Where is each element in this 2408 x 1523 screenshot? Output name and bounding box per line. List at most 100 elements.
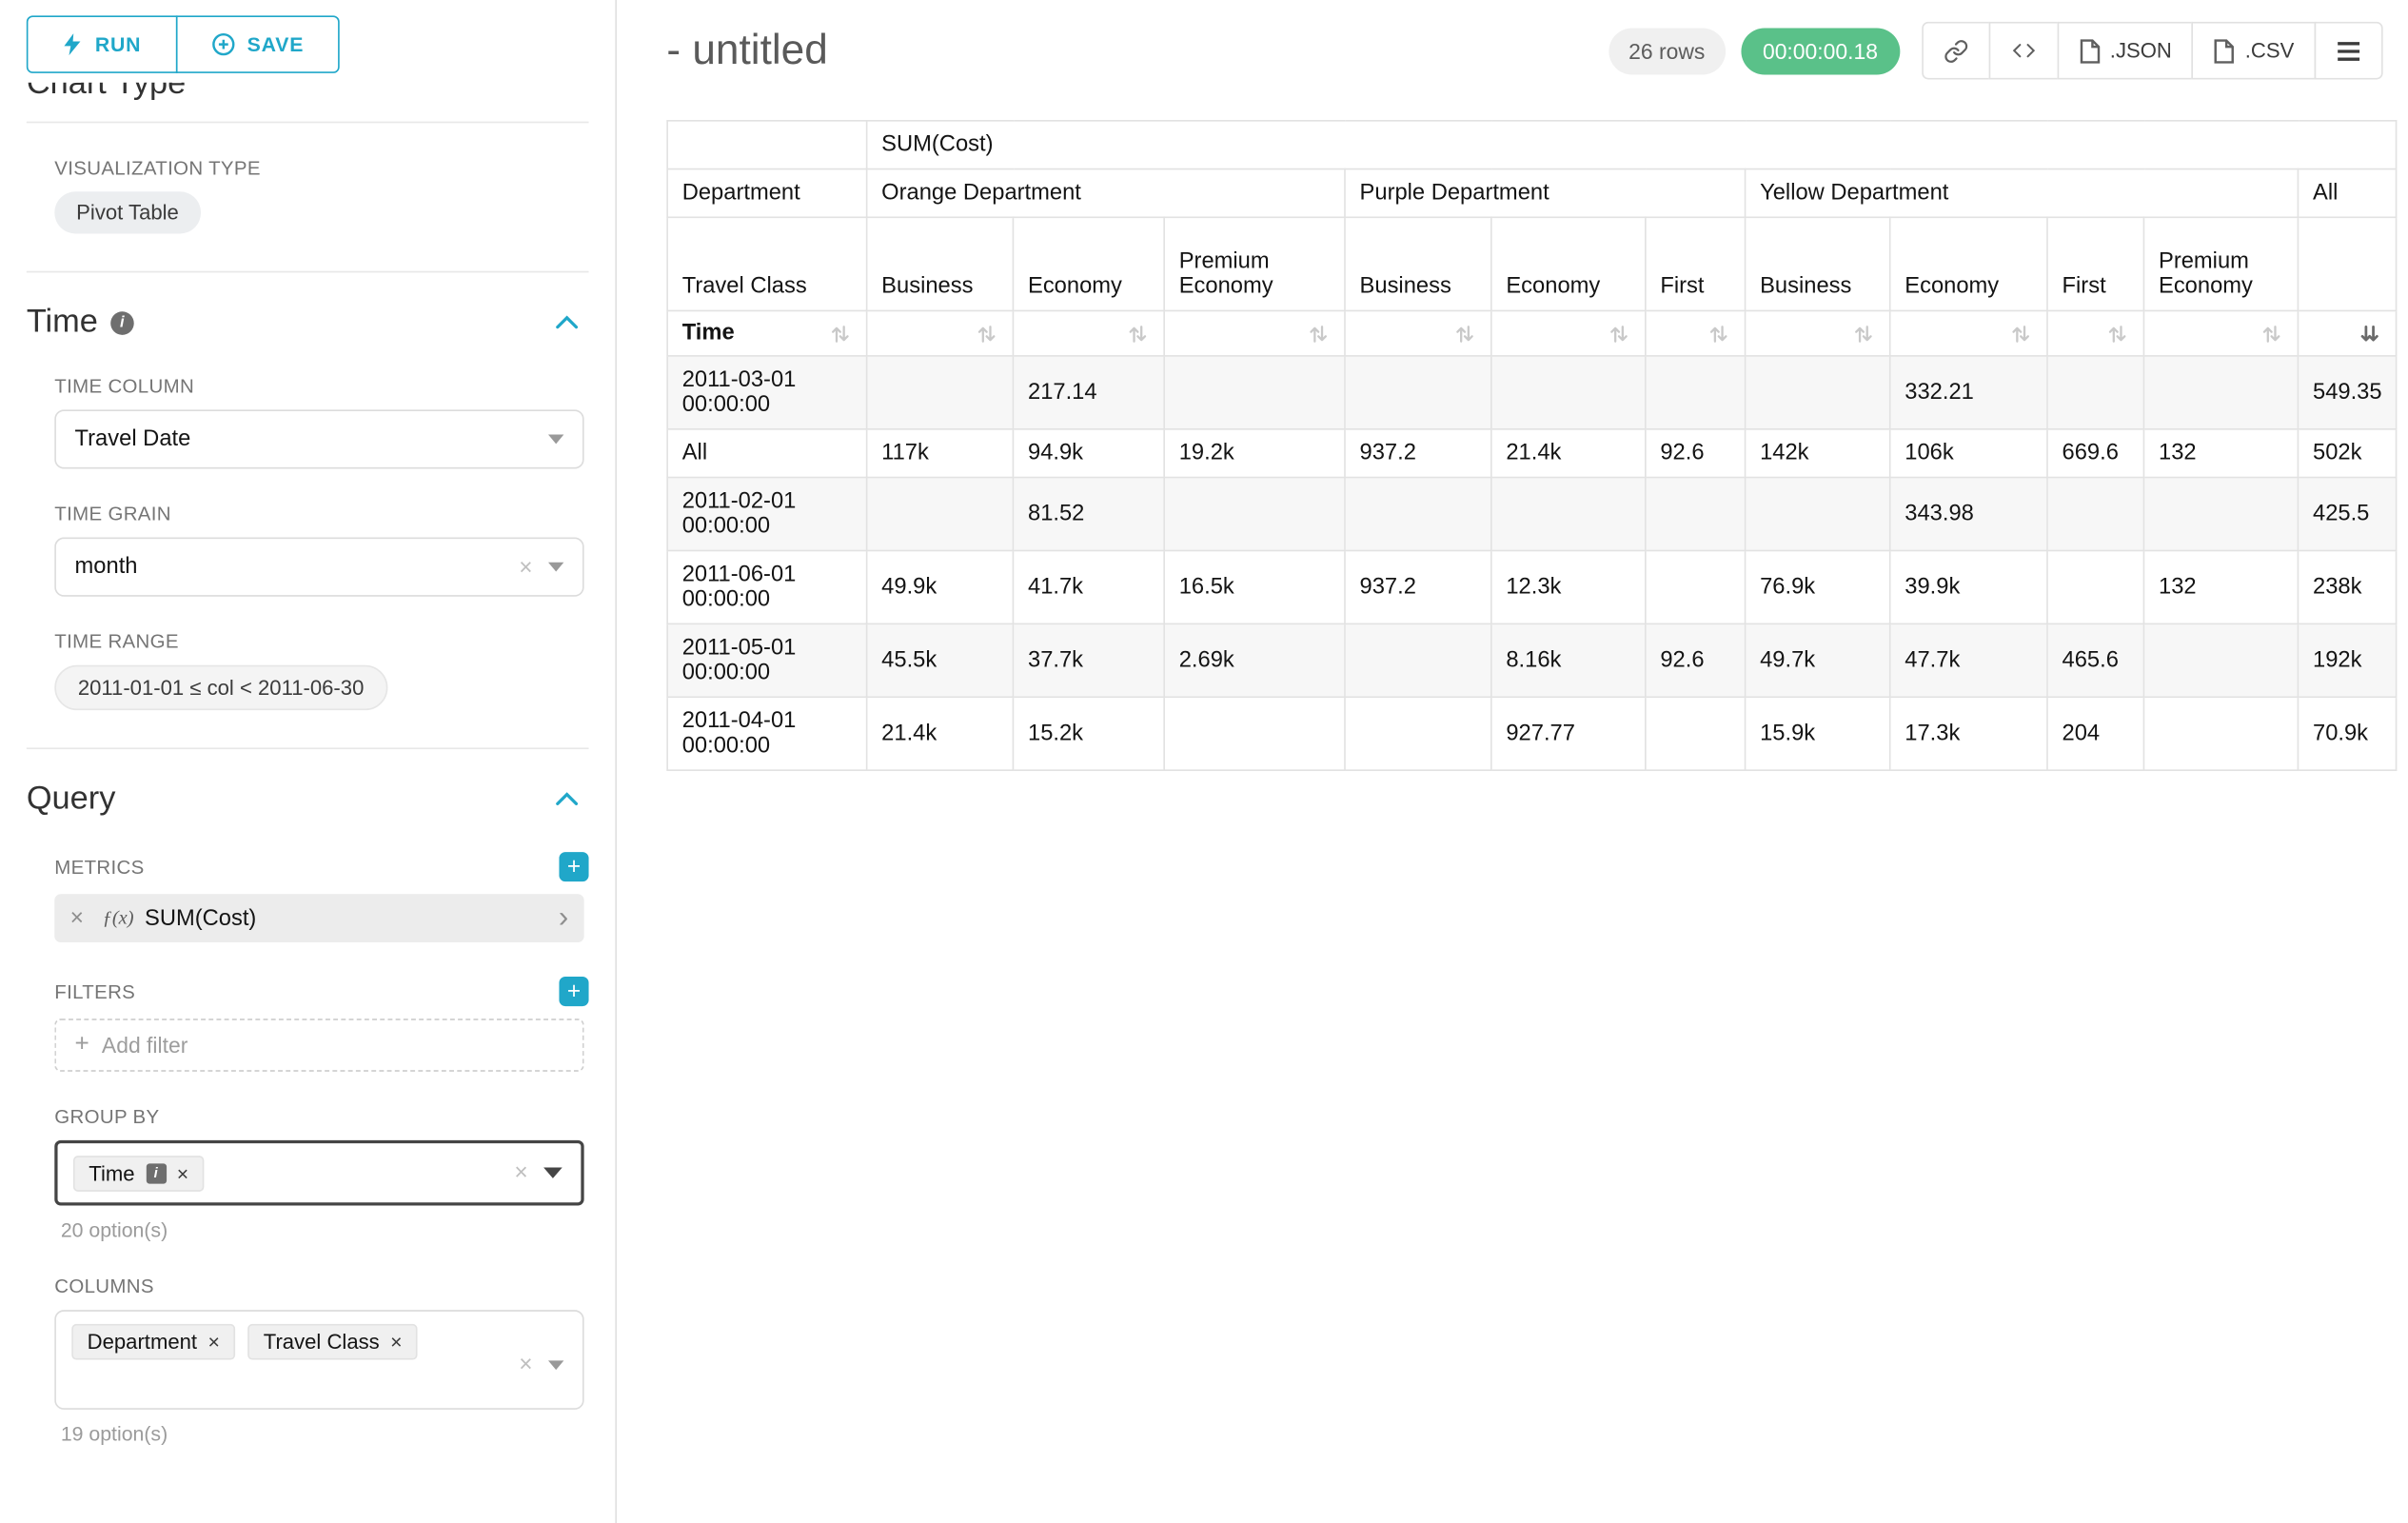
sort-arrows-icon[interactable] (829, 322, 853, 346)
add-filter-dropzone[interactable]: + Add filter (54, 1019, 583, 1072)
export-csv-button[interactable]: .CSV (2192, 22, 2316, 80)
clear-icon[interactable]: × (514, 1161, 527, 1185)
pivot-cell (1646, 356, 1746, 429)
pivot-cell: 332.21 (1890, 356, 2047, 429)
sort-arrows-icon[interactable] (1852, 322, 1876, 346)
column-header-cell: Premium Economy (1164, 217, 1345, 310)
sort-arrows-icon[interactable] (2009, 322, 2033, 346)
columns-tag[interactable]: Travel Class × (247, 1324, 418, 1360)
chart-title[interactable]: - untitled (666, 27, 827, 75)
file-icon (2079, 38, 2101, 63)
sort-arrows-icon[interactable] (1307, 322, 1331, 346)
pivot-cell: 927.77 (1491, 697, 1646, 770)
pivot-cell (1345, 478, 1491, 551)
time-range-label: TIME RANGE (54, 631, 588, 653)
pivot-cell: 49.9k (867, 550, 1014, 623)
chart-type-heading: Chart Type (27, 83, 589, 107)
header-controls: 26 rows 00:00:00.18 .JSON .CSV (1609, 22, 2383, 80)
divider (27, 747, 589, 749)
pivot-row-header: 2011-05-01 00:00:00 (667, 623, 866, 697)
pivot-cell (1491, 478, 1646, 551)
csv-label: .CSV (2245, 39, 2295, 63)
add-filter-button[interactable]: + (559, 977, 588, 1006)
chevron-down-icon[interactable] (548, 435, 563, 445)
sort-cell (1746, 310, 1890, 355)
group-by-tag[interactable]: Time i × (73, 1155, 205, 1191)
visualization-type-value[interactable]: Pivot Table (54, 191, 200, 233)
sort-cell (1646, 310, 1746, 355)
sort-arrows-icon[interactable] (1608, 322, 1631, 346)
pivot-row: 2011-02-01 00:00:0081.52343.98425.5 (667, 478, 2397, 551)
pivot-row-header: 2011-06-01 00:00:00 (667, 550, 866, 623)
column-header-cell: Business (867, 217, 1014, 310)
pivot-cell: 39.9k (1890, 550, 2047, 623)
remove-tag-icon[interactable]: × (177, 1163, 188, 1183)
pivot-cell: 21.4k (867, 697, 1014, 770)
remove-tag-icon[interactable]: × (208, 1332, 220, 1352)
columns-tag[interactable]: Department × (71, 1324, 235, 1360)
pivot-cell (1164, 478, 1345, 551)
time-column-select[interactable]: Travel Date (54, 409, 583, 468)
pivot-row: 2011-06-01 00:00:0049.9k41.7k16.5k937.21… (667, 550, 2397, 623)
time-section-title: Time (27, 304, 98, 341)
pivot-cell (1164, 356, 1345, 429)
remove-tag-icon[interactable]: × (390, 1332, 402, 1352)
chevron-down-icon[interactable] (543, 1167, 563, 1177)
embed-code-button[interactable] (1988, 22, 2059, 80)
column-header-cell: Business (1746, 217, 1890, 310)
time-grain-select[interactable]: month × (54, 538, 583, 597)
pivot-cell: 343.98 (1890, 478, 2047, 551)
code-icon (2010, 39, 2037, 63)
sort-arrows-icon[interactable] (2105, 322, 2129, 346)
time-section-header[interactable]: Time i (27, 304, 589, 341)
columns-options-hint: 19 option(s) (61, 1422, 589, 1446)
group-by-select[interactable]: Time i × × (54, 1140, 583, 1206)
column-header-cell: Economy (1890, 217, 2047, 310)
pivot-cell (2047, 550, 2143, 623)
group-header-cell: Yellow Department (1746, 169, 2299, 218)
clear-icon[interactable]: × (519, 1353, 532, 1376)
sort-arrows-icon[interactable] (1453, 322, 1477, 346)
pivot-cell: 49.7k (1746, 623, 1890, 697)
pivot-cell: 76.9k (1746, 550, 1890, 623)
group-header-cell: Purple Department (1345, 169, 1746, 218)
chevron-right-icon[interactable]: › (559, 903, 568, 933)
group-header-cell: All (2298, 169, 2396, 218)
remove-metric-icon[interactable]: × (70, 906, 84, 930)
hamburger-icon (2337, 40, 2361, 62)
divider (27, 271, 589, 273)
sort-cell (1345, 310, 1491, 355)
sort-desc-icon[interactable] (2359, 322, 2382, 346)
chevron-up-icon[interactable] (555, 791, 580, 806)
export-json-button[interactable]: .JSON (2057, 22, 2194, 80)
fx-icon: ƒ(x) (103, 906, 134, 930)
visualization-type-label: VISUALIZATION TYPE (54, 157, 588, 179)
sort-arrows-icon[interactable] (1126, 322, 1150, 346)
sort-arrows-icon[interactable] (975, 322, 998, 346)
columns-select[interactable]: Department × Travel Class × × (54, 1310, 583, 1410)
pivot-cell (2047, 356, 2143, 429)
save-button[interactable]: SAVE (175, 15, 340, 73)
share-link-button[interactable] (1922, 22, 1990, 80)
sort-arrows-icon[interactable] (1707, 322, 1730, 346)
metric-pill[interactable]: × ƒ(x) SUM(Cost) › (54, 894, 583, 942)
info-icon: i (110, 310, 134, 334)
time-range-value[interactable]: 2011-01-01 ≤ col < 2011-06-30 (54, 665, 387, 710)
pivot-cell (2143, 623, 2298, 697)
sort-arrows-icon[interactable] (2260, 322, 2283, 346)
group-by-label: GROUP BY (54, 1106, 588, 1128)
chevron-down-icon[interactable] (548, 1360, 563, 1370)
menu-button[interactable] (2315, 22, 2383, 80)
clear-icon[interactable]: × (519, 555, 532, 579)
chevron-up-icon[interactable] (555, 315, 580, 330)
pivot-cell (1746, 356, 1890, 429)
sort-cell (1013, 310, 1164, 355)
pivot-cell: 8.16k (1491, 623, 1646, 697)
run-button[interactable]: RUN (27, 15, 177, 73)
pivot-cell: 425.5 (2298, 478, 2396, 551)
chevron-down-icon[interactable] (548, 563, 563, 572)
pivot-cell: 41.7k (1013, 550, 1164, 623)
pivot-cell: 937.2 (1345, 550, 1491, 623)
query-section-header[interactable]: Query (27, 781, 589, 818)
add-metric-button[interactable]: + (559, 852, 588, 881)
